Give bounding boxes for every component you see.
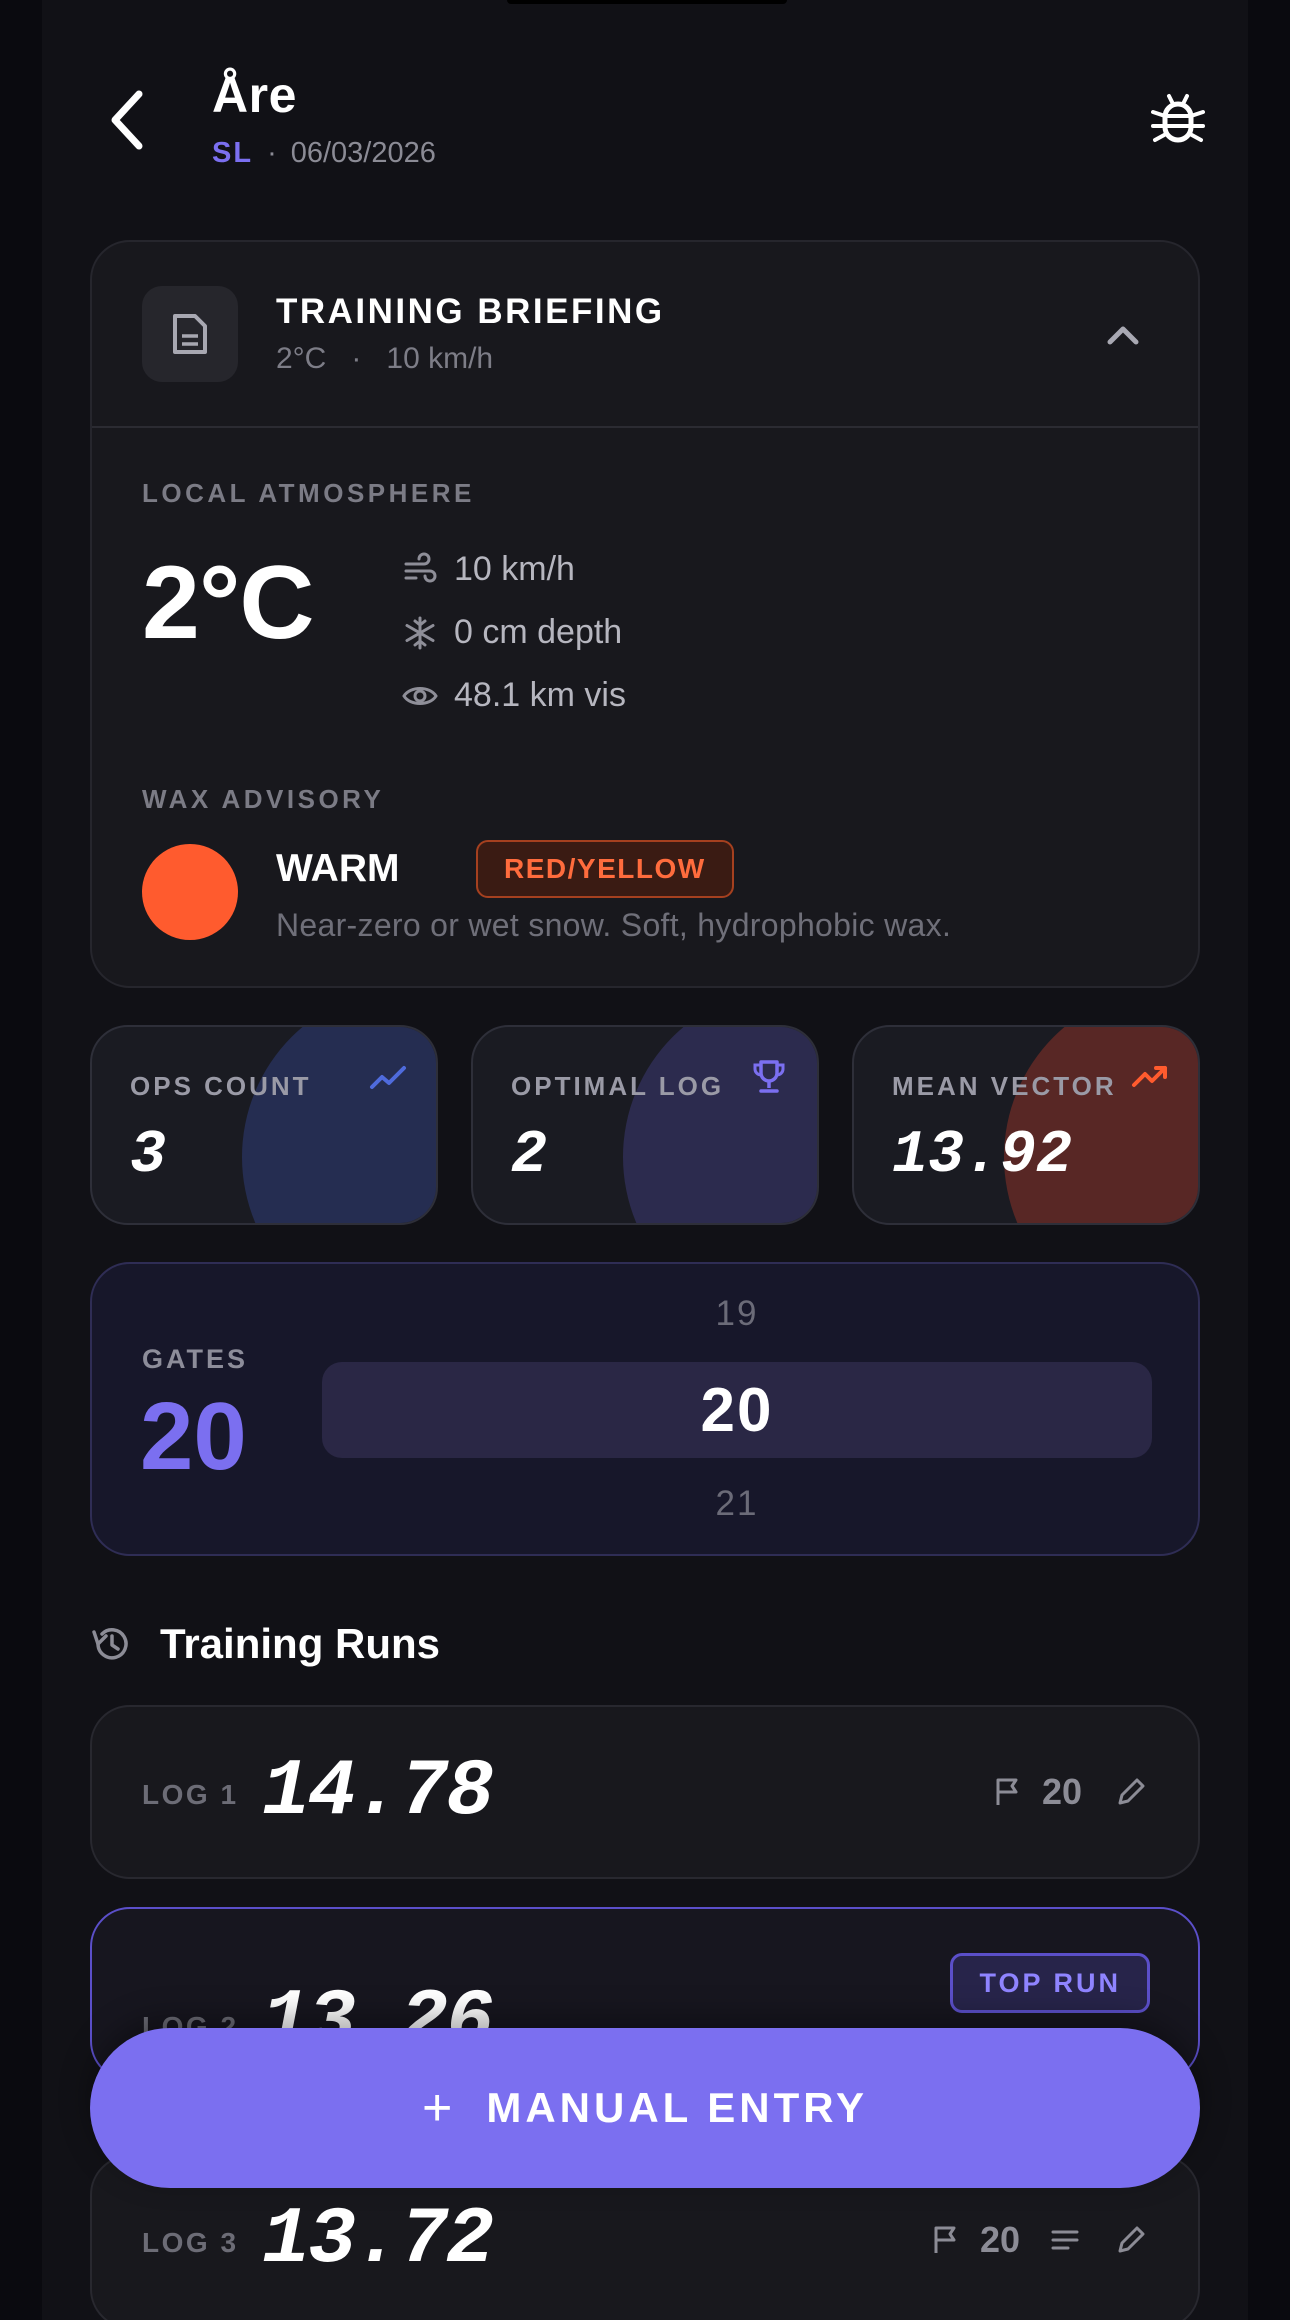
chevron-up-icon [1107, 326, 1139, 345]
chevron-left-icon [111, 90, 143, 150]
ops-count-label: OPS COUNT [130, 1071, 312, 1101]
run-meta: 20 [990, 1771, 1148, 1813]
wax-color-dot [142, 844, 238, 940]
pencil-icon[interactable] [1114, 1775, 1148, 1809]
run-card-log-1[interactable]: LOG 1 14.78 20 [90, 1705, 1200, 1879]
briefing-summary: 2°C · 10 km/h [276, 342, 493, 376]
flag-icon [996, 1778, 1018, 1805]
mean-vector-tile: MEAN VECTOR 13.92 [852, 1025, 1200, 1225]
ops-count-tile: OPS COUNT 3 [90, 1025, 438, 1225]
briefing-summary-separator: · [351, 342, 362, 375]
notes-icon[interactable] [1048, 2223, 1082, 2257]
back-button[interactable] [97, 85, 157, 155]
wind-value: 10 km/h [454, 550, 575, 588]
subtitle-separator: · [267, 137, 277, 169]
manual-entry-button[interactable]: + MANUAL ENTRY [90, 2028, 1200, 2188]
plus-icon: + [421, 2079, 457, 2137]
training-runs-header: Training Runs [90, 1620, 440, 1668]
briefing-header[interactable]: TRAINING BRIEFING 2°C · 10 km/h [92, 242, 1198, 428]
session-date: 06/03/2026 [290, 137, 436, 169]
gates-picker-prev[interactable]: 19 [322, 1294, 1152, 1334]
optimal-log-value: 2 [511, 1122, 548, 1190]
temperature-value: 2°C [142, 545, 315, 661]
run-gates-count: 20 [979, 2219, 1020, 2260]
top-run-badge: TOP RUN [950, 1953, 1150, 2013]
document-icon [173, 314, 207, 354]
training-briefing-card: TRAINING BRIEFING 2°C · 10 km/h LOCAL AT… [90, 240, 1200, 988]
history-icon [92, 1628, 128, 1660]
mean-vector-label: MEAN VECTOR [892, 1071, 1117, 1101]
gates-card: GATES 20 19 20 21 [90, 1262, 1200, 1556]
flag-icon [934, 2226, 956, 2253]
training-runs-title: Training Runs [160, 1620, 441, 1667]
manual-entry-label: MANUAL ENTRY [486, 2084, 869, 2131]
bug-icon [1151, 94, 1205, 143]
discipline-badge: SL [212, 137, 254, 169]
optimal-log-label: OPTIMAL LOG [511, 1071, 725, 1101]
mean-vector-value: 13.92 [892, 1122, 1073, 1190]
wax-name: WARM [276, 847, 400, 890]
run-time: 13.72 [262, 2195, 494, 2286]
trending-up-icon [1132, 1066, 1167, 1087]
device-notch [507, 0, 787, 4]
briefing-summary-wind: 10 km/h [386, 342, 494, 375]
wax-description: Near-zero or wet snow. Soft, hydrophobic… [276, 907, 952, 943]
optimal-log-tile: OPTIMAL LOG 2 [471, 1025, 819, 1225]
atmosphere-label: LOCAL ATMOSPHERE [142, 478, 475, 508]
debug-button[interactable] [1148, 88, 1208, 148]
page-subtitle: SL · 06/03/2026 [212, 137, 436, 170]
tile-glow [242, 1027, 436, 1223]
briefing-title: TRAINING BRIEFING [276, 292, 665, 331]
gates-picker-next[interactable]: 21 [322, 1484, 1152, 1524]
gates-value: 20 [140, 1383, 247, 1490]
pencil-icon[interactable] [1114, 2223, 1148, 2257]
wind-stat: 10 km/h [402, 550, 575, 589]
ops-count-value: 3 [130, 1122, 167, 1190]
gates-label: GATES [142, 1344, 249, 1374]
trend-line-icon [370, 1066, 406, 1089]
page-title: Åre [212, 67, 297, 123]
wax-advisory-label: WAX ADVISORY [142, 784, 385, 814]
document-icon-box [142, 286, 238, 382]
visibility-stat: 48.1 km vis [402, 676, 626, 715]
run-time: 14.78 [262, 1747, 494, 1838]
run-gates-count: 20 [1041, 1771, 1082, 1812]
snowflake-icon [405, 616, 435, 649]
snow-stat: 0 cm depth [402, 613, 622, 652]
gates-picker-selected[interactable]: 20 [322, 1362, 1152, 1458]
run-label: LOG 1 [142, 1779, 239, 1810]
wax-type-badge: RED/YELLOW [476, 840, 734, 898]
visibility-value: 48.1 km vis [454, 676, 626, 714]
app-screen: Åre SL · 06/03/2026 TRAINING BRIEFING 2°… [42, 0, 1248, 2320]
run-label: LOG 3 [142, 2227, 239, 2258]
run-meta: 20 [928, 2219, 1148, 2261]
briefing-summary-temp: 2°C [276, 342, 327, 375]
tile-glow [623, 1027, 817, 1223]
trophy-icon [753, 1060, 785, 1093]
collapse-button[interactable] [1098, 310, 1148, 360]
snow-depth-value: 0 cm depth [454, 613, 623, 651]
eye-icon [402, 686, 438, 705]
wind-icon [404, 552, 437, 582]
